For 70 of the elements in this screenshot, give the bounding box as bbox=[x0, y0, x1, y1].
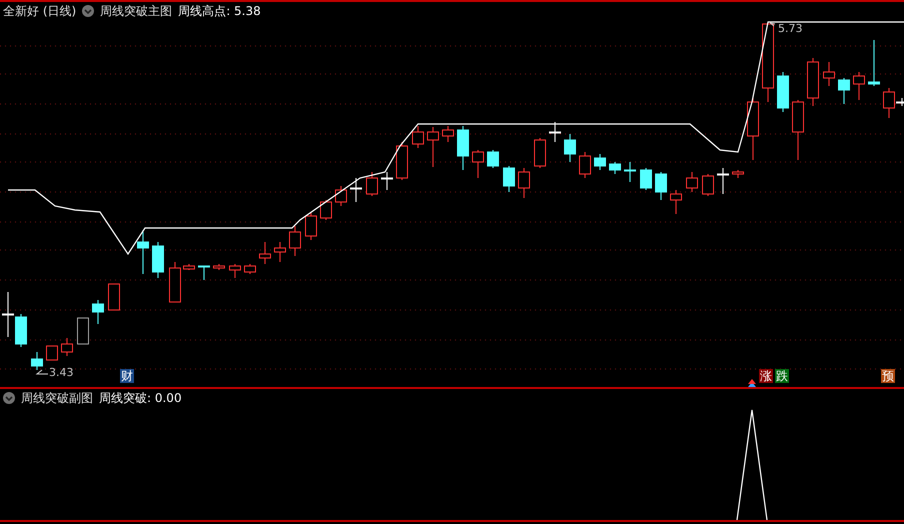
candlestick bbox=[503, 166, 515, 192]
candlestick bbox=[534, 138, 546, 168]
candlestick bbox=[412, 126, 424, 148]
candlestick bbox=[655, 172, 667, 200]
candlestick bbox=[335, 186, 347, 206]
candlestick bbox=[702, 174, 714, 196]
candlestick bbox=[396, 142, 408, 180]
candlestick bbox=[579, 152, 591, 178]
candlestick bbox=[77, 318, 89, 344]
candlestick bbox=[92, 300, 104, 324]
candlestick bbox=[152, 242, 164, 278]
candlestick bbox=[229, 264, 241, 278]
low-price-label: 3.43 bbox=[49, 366, 74, 379]
event-marker[interactable]: 涨 bbox=[759, 369, 773, 383]
candlestick bbox=[350, 178, 362, 202]
indicator-name: 周线突破副图 bbox=[21, 390, 93, 406]
candlestick bbox=[792, 100, 804, 160]
candlestick bbox=[732, 170, 744, 178]
candlestick bbox=[183, 264, 195, 270]
candlestick bbox=[61, 338, 73, 356]
candlestick bbox=[31, 352, 43, 370]
candlestick bbox=[487, 150, 499, 168]
candlestick bbox=[838, 78, 850, 104]
high-price-label: 5.73 bbox=[778, 22, 802, 35]
candlestick bbox=[640, 168, 652, 190]
candlestick bbox=[137, 230, 149, 274]
candlestick bbox=[717, 168, 729, 194]
candlestick bbox=[868, 40, 880, 86]
candlestick bbox=[807, 58, 819, 106]
candlestick bbox=[169, 262, 181, 302]
chevron-down-icon[interactable] bbox=[3, 392, 15, 404]
candlestick bbox=[442, 126, 454, 142]
candlestick bbox=[823, 62, 835, 86]
chevron-down-icon[interactable] bbox=[82, 5, 94, 17]
candlestick bbox=[747, 98, 759, 160]
candlestick bbox=[624, 162, 636, 182]
candlestick bbox=[518, 168, 530, 198]
candlestick bbox=[609, 162, 621, 174]
candlestick bbox=[381, 172, 393, 190]
candlestick bbox=[472, 150, 484, 178]
candlestick bbox=[305, 212, 317, 240]
candlestick bbox=[777, 72, 789, 112]
candlestick bbox=[594, 154, 606, 170]
leader-line bbox=[770, 22, 776, 26]
candlestick bbox=[274, 242, 286, 262]
candlestick bbox=[366, 172, 378, 196]
candlestick bbox=[549, 122, 561, 142]
candlestick bbox=[15, 314, 27, 348]
indicator-readout: 周线突破: 0.00 bbox=[99, 390, 182, 406]
candlestick bbox=[108, 284, 120, 310]
event-marker[interactable]: 跌 bbox=[775, 369, 789, 383]
candlestick bbox=[320, 200, 332, 220]
candlestick bbox=[686, 172, 698, 192]
candlestick bbox=[853, 72, 865, 100]
stock-title: 全新好 (日线) bbox=[3, 2, 76, 20]
leader-line bbox=[36, 370, 48, 374]
candlestick bbox=[244, 264, 256, 274]
indicator-readout: 周线高点: 5.38 bbox=[178, 2, 261, 20]
triangle-stack-icon bbox=[748, 379, 756, 387]
candlestick bbox=[670, 190, 682, 214]
event-marker[interactable]: 财 bbox=[120, 369, 134, 383]
candlestick bbox=[198, 266, 210, 280]
candlestick bbox=[289, 226, 301, 256]
indicator-name: 周线突破主图 bbox=[100, 2, 172, 20]
candlestick bbox=[564, 134, 576, 162]
candlestick bbox=[457, 126, 469, 170]
candlestick bbox=[259, 242, 271, 264]
event-marker[interactable]: 预 bbox=[881, 369, 895, 383]
candlestick bbox=[427, 126, 439, 168]
candlestick bbox=[46, 346, 58, 360]
